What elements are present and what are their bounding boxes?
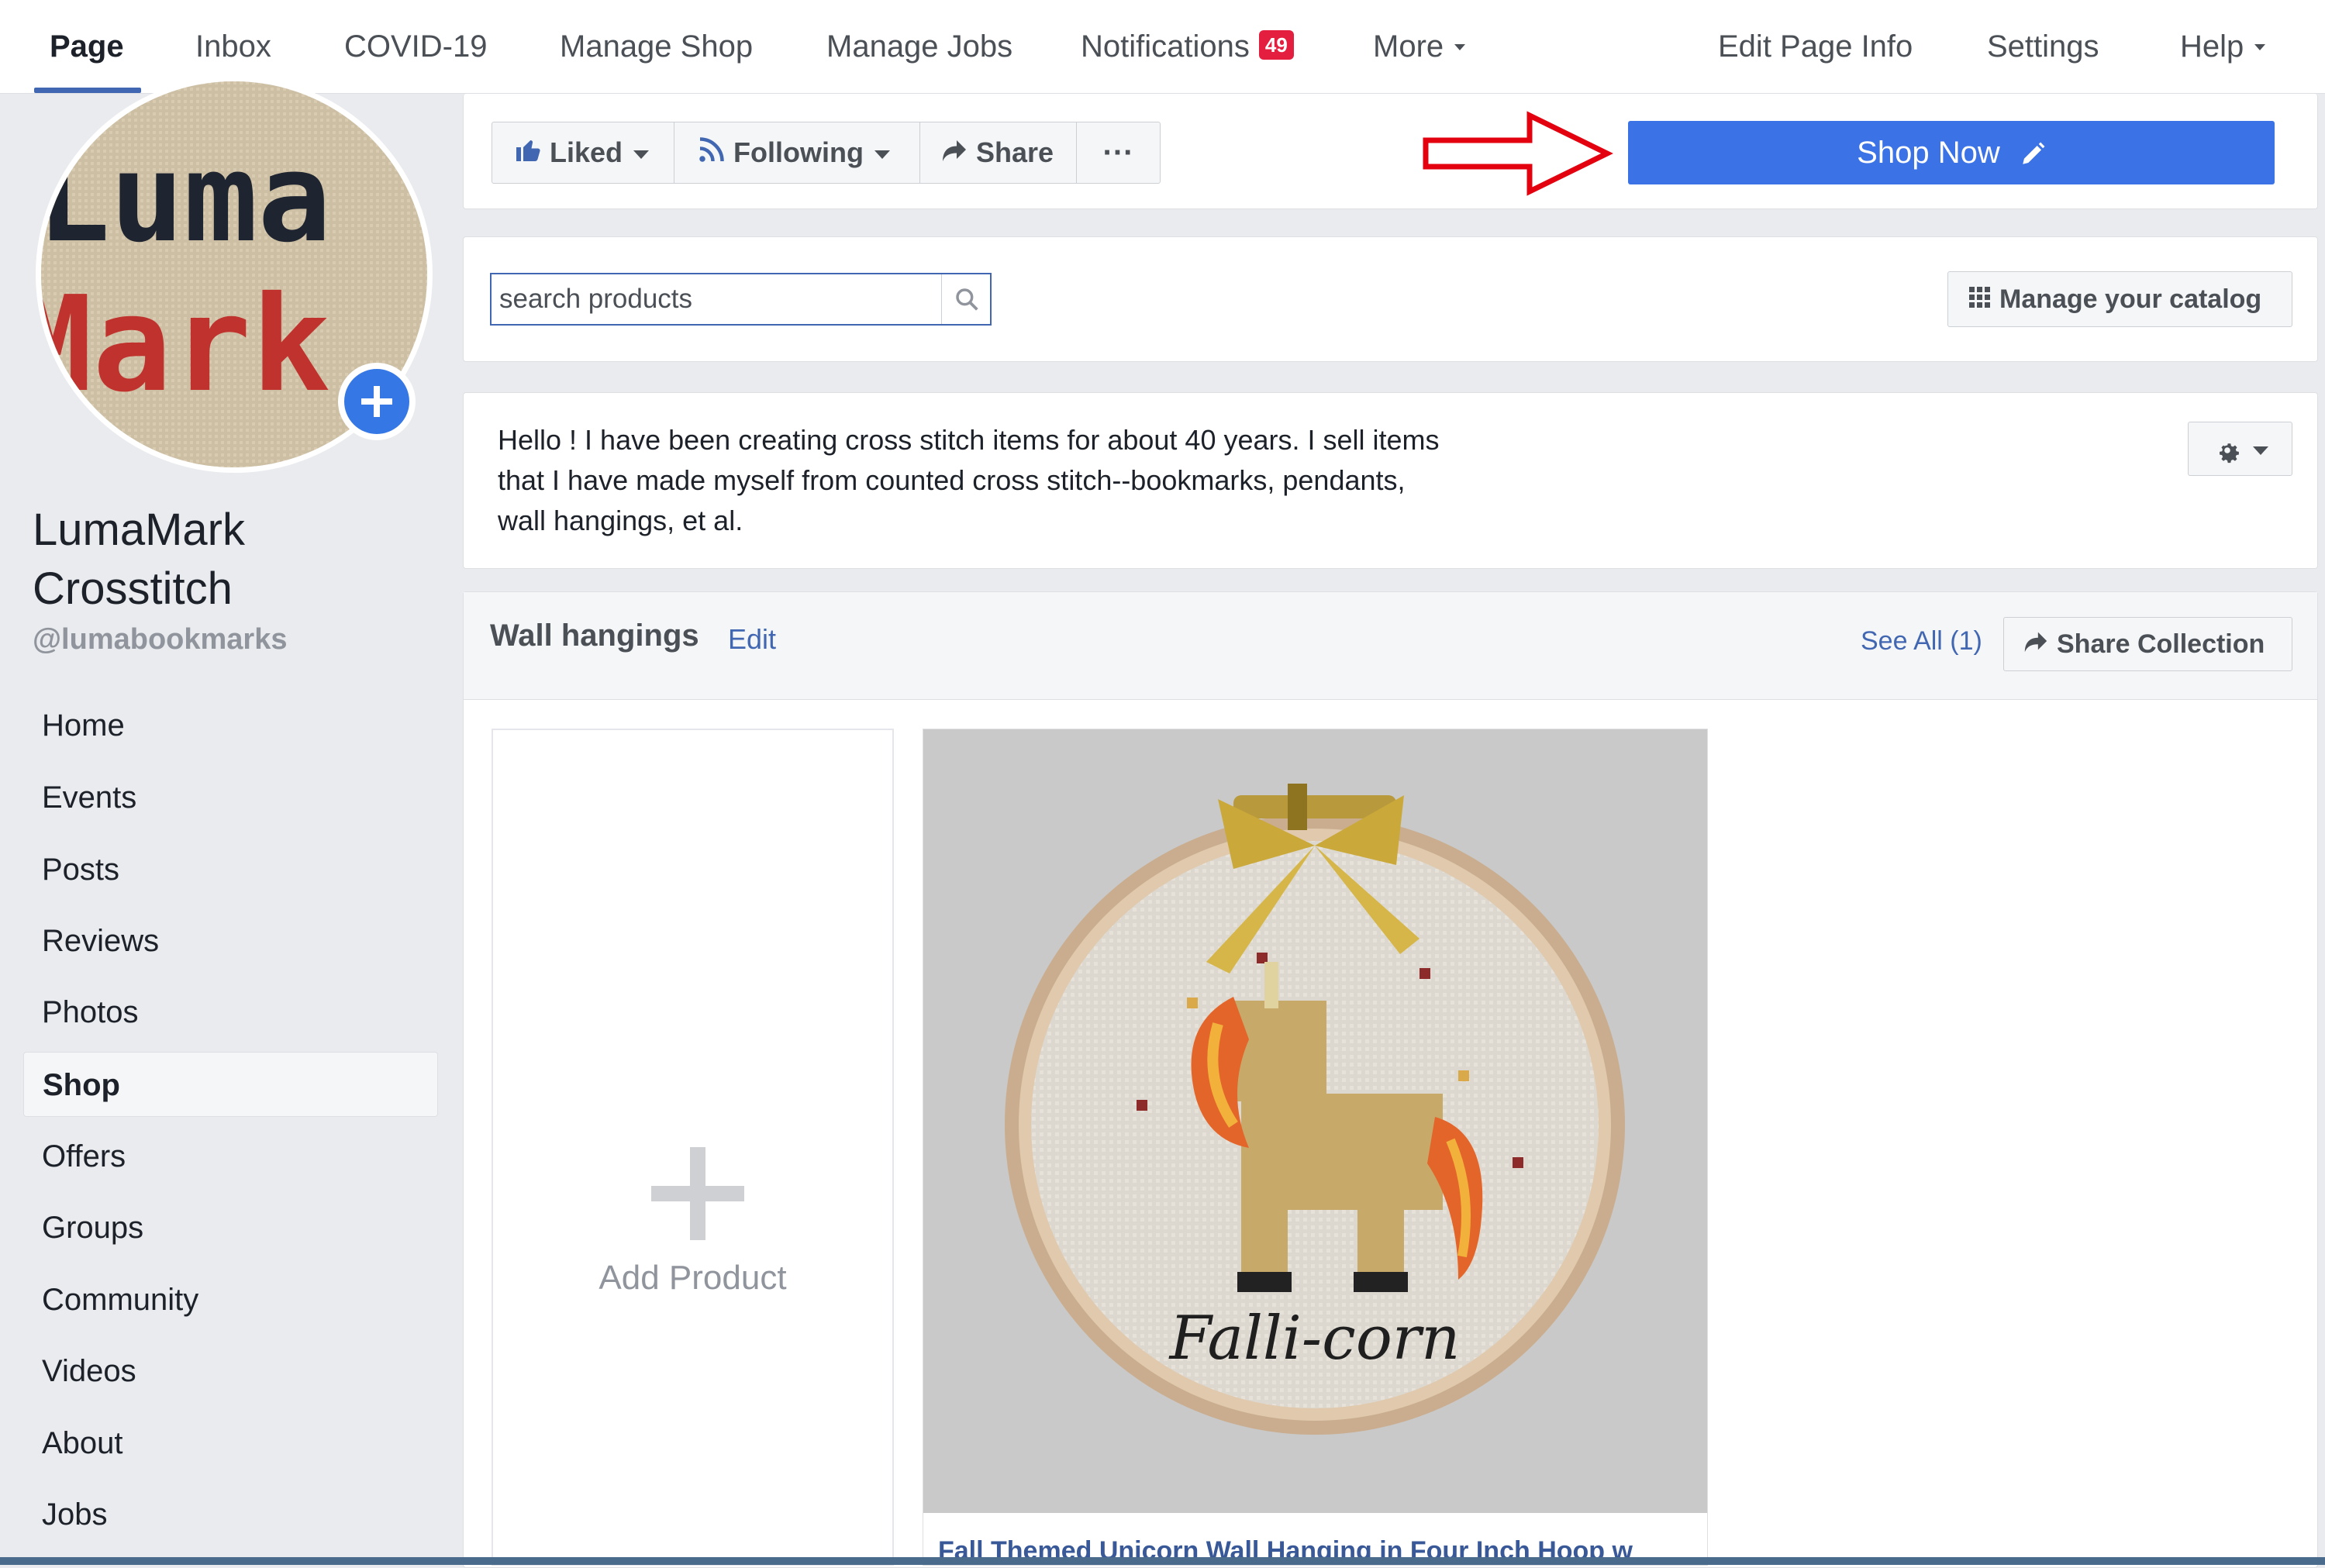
tab-manage-shop[interactable]: Manage Shop	[560, 0, 753, 94]
caret-down-icon	[2252, 446, 2268, 455]
sidebar-item-about[interactable]: About	[23, 1411, 438, 1476]
description-line: Hello ! I have been creating cross stitc…	[498, 424, 1440, 456]
tab-page[interactable]: Page	[50, 0, 124, 94]
tab-label: Inbox	[195, 29, 271, 64]
sidebar-item-community[interactable]: Community	[23, 1267, 438, 1332]
product-image-caption: Falli-corn	[1168, 1304, 1461, 1373]
sidebar-item-groups[interactable]: Groups	[23, 1195, 438, 1260]
tab-more[interactable]: More	[1373, 0, 1466, 94]
sidebar-item-home[interactable]: Home	[23, 693, 438, 758]
manage-catalog-button[interactable]: Manage your catalog	[1947, 271, 2292, 327]
active-tab-indicator	[34, 88, 141, 93]
caret-down-icon	[633, 150, 650, 159]
tab-label: Help	[2180, 29, 2244, 64]
liked-button[interactable]: Liked	[492, 122, 674, 184]
following-label: Following	[733, 136, 864, 168]
share-arrow-icon	[940, 124, 968, 184]
more-options-button[interactable]: ···	[1076, 122, 1161, 184]
tab-label: Manage Jobs	[826, 29, 1013, 64]
tab-settings[interactable]: Settings	[1987, 0, 2099, 94]
product-card[interactable]: Falli-corn	[923, 729, 1708, 1566]
shop-now-button[interactable]: Shop Now	[1628, 121, 2275, 184]
sidebar-item-reviews[interactable]: Reviews	[23, 908, 438, 974]
search-button[interactable]	[941, 274, 990, 324]
add-product-tile[interactable]: Add Product	[492, 729, 894, 1566]
bottom-strip	[0, 1557, 2325, 1565]
sidebar-item-offers[interactable]: Offers	[23, 1124, 438, 1189]
see-all-link[interactable]: See All (1)	[1861, 626, 1982, 656]
following-button[interactable]: Following	[674, 122, 920, 184]
share-collection-button[interactable]: Share Collection	[2003, 617, 2292, 671]
page-name-line: Crosstitch	[33, 563, 233, 614]
sidebar-item-photos[interactable]: Photos	[23, 980, 438, 1045]
more-options-icon: ···	[1102, 136, 1134, 170]
add-product-label: Add Product	[598, 1259, 787, 1297]
tab-label: Notifications	[1081, 29, 1250, 64]
sidebar-item-videos[interactable]: Videos	[23, 1339, 438, 1404]
share-label: Share	[976, 136, 1054, 168]
description-line: wall hangings, et al.	[498, 505, 743, 536]
share-arrow-icon	[2023, 619, 2049, 672]
gear-icon	[2219, 443, 2239, 464]
liked-label: Liked	[550, 136, 623, 168]
search-products-input[interactable]	[498, 279, 932, 319]
caret-down-icon	[2254, 44, 2266, 50]
tab-edit-page-info[interactable]: Edit Page Info	[1718, 0, 1913, 94]
sidebar-item-posts[interactable]: Posts	[23, 837, 438, 902]
tab-manage-jobs[interactable]: Manage Jobs	[826, 0, 1012, 94]
logo-text-luma: Luma	[41, 127, 332, 270]
caret-down-icon	[1454, 44, 1466, 50]
tab-help[interactable]: Help	[2180, 0, 2266, 94]
page-tab-bar: Page Inbox COVID-19 Manage Shop Manage J…	[0, 0, 2325, 94]
notification-count-badge: 49	[1258, 30, 1294, 60]
manage-catalog-label: Manage your catalog	[1999, 284, 2262, 314]
tab-covid-19[interactable]: COVID-19	[344, 0, 488, 94]
tab-label: Settings	[1987, 29, 2099, 64]
annotation-arrow-icon	[1423, 111, 1613, 196]
thumbs-up-icon	[514, 124, 542, 184]
tab-label: More	[1373, 29, 1444, 64]
description-line: that I have made myself from counted cro…	[498, 464, 1406, 496]
collection-edit-link[interactable]: Edit	[728, 623, 776, 656]
share-page-button[interactable]: Share	[919, 122, 1077, 184]
logo-text-mark: Mark	[41, 268, 330, 422]
tab-label: Manage Shop	[560, 29, 754, 64]
pencil-edit-icon[interactable]	[2020, 141, 2046, 167]
tab-notifications[interactable]: Notifications 49	[1081, 0, 1294, 94]
grid-icon	[1968, 274, 1992, 328]
search-icon	[956, 288, 978, 311]
page-name: LumaMark Crosstitch	[33, 501, 420, 619]
sidebar-item-events[interactable]: Events	[23, 765, 438, 830]
sidebar-item-shop[interactable]: Shop	[23, 1052, 438, 1117]
page-username[interactable]: @lumabookmarks	[33, 623, 288, 656]
collection-title: Wall hangings	[490, 619, 699, 653]
shop-description: Hello ! I have been creating cross stitc…	[498, 420, 1614, 541]
shop-now-label: Shop Now	[1857, 136, 2000, 170]
plus-icon	[651, 1147, 744, 1240]
tab-label: COVID-19	[344, 29, 488, 64]
add-photo-plus-icon[interactable]	[338, 363, 416, 440]
sidebar-item-jobs[interactable]: Jobs	[23, 1482, 438, 1547]
settings-gear-button[interactable]	[2188, 422, 2292, 476]
tab-label: Edit Page Info	[1718, 29, 1913, 64]
caret-down-icon	[874, 150, 890, 159]
product-image-unicorn-hoop[interactable]: Falli-corn	[923, 729, 1707, 1513]
share-collection-label: Share Collection	[2057, 629, 2265, 659]
product-search-box	[490, 273, 992, 326]
rss-feed-icon	[698, 124, 726, 184]
tab-label: Page	[50, 29, 124, 64]
page-name-line: LumaMark	[33, 505, 245, 555]
